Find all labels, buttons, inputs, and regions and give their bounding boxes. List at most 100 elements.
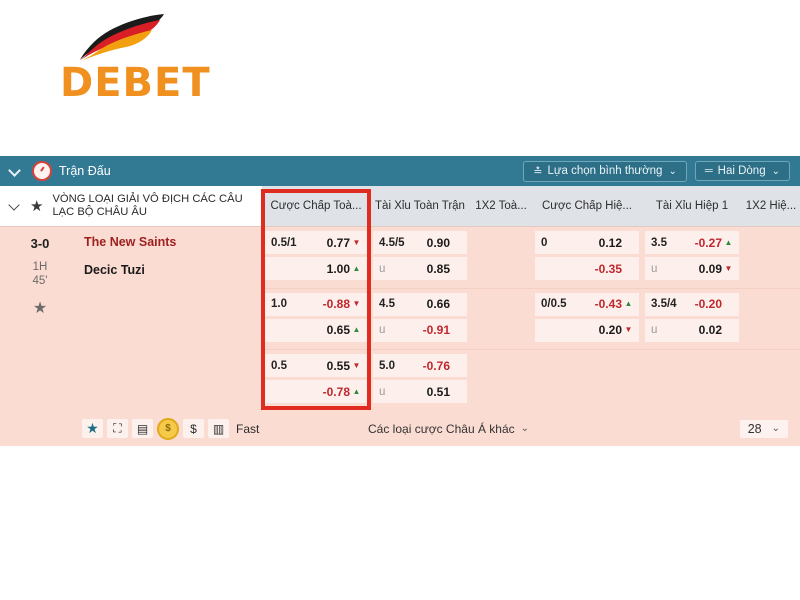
odds-cell[interactable]: 3.5 -0.27 ▲ [645,231,739,254]
panel-title: Trận Đấu [59,164,111,178]
market-1x2-full [470,231,532,280]
league-header-row: ★ VÒNG LOẠI GIẢI VÔ ĐỊCH CÁC CÂU LẠC BỘ … [0,186,800,227]
odds-price: -0.20 [694,297,722,312]
column-header-handicap-full[interactable]: Cược Chấp Toà... [262,200,370,212]
column-header-ou-half[interactable]: Tài Xỉu Hiệp 1 [642,200,742,212]
brand-name: DEBET [60,60,211,106]
arrow-down-icon: ▼ [624,325,633,335]
odds-cell[interactable]: 1.00 ▲ [265,257,367,280]
market-ou-half: 3.5 -0.27 ▲ u 0.09 ▼ [642,231,742,280]
odds-cell-empty [745,354,797,377]
ou-line: u [651,324,658,337]
odds-cell[interactable]: 4.5/5 0.90 ▲ [373,231,467,254]
home-team-name[interactable]: The New Saints [84,235,176,249]
match-row: 3-0 1H 45' ★ The New Saints Decic Tuzi 0… [0,227,800,412]
market-ou-half: 3.5/4 -0.20 ▲ u 0.02 ▲ [642,292,742,342]
odds-cell[interactable]: u 0.09 ▼ [645,257,739,280]
score: 3-0 [30,236,50,251]
market-column-headers: Cược Chấp Toà... Tài Xỉu Toàn Trận 1X2 T… [262,186,800,226]
chevron-down-icon: ⌄ [771,165,780,177]
star-icon[interactable]: ★ [82,419,103,438]
fast-label[interactable]: Fast [236,422,259,436]
odds-cell[interactable]: u -0.91 ▲ [373,318,467,342]
other-asian-bets-dropdown[interactable]: Các loại cược Châu Á khác ⌄ [368,422,529,436]
odds-cell[interactable]: 3.5/4 -0.20 ▲ [645,292,739,316]
market-1x2-full [470,354,532,403]
odds-cell[interactable]: -0.78 ▲ [265,380,367,404]
odds-cell[interactable]: 0.65 ▲ [265,318,367,342]
odds-price: -0.43 [594,297,622,312]
odds-price: -0.27 [694,235,722,250]
league-header[interactable]: ★ VÒNG LOẠI GIẢI VÔ ĐỊCH CÁC CÂU LẠC BỘ … [0,186,262,226]
stats-icon[interactable]: ▥ [208,419,229,438]
chevron-down-icon[interactable] [8,164,22,178]
chevron-down-icon: ⌄ [771,423,780,434]
ou-line: 4.5 [379,298,395,311]
page-size-dropdown[interactable]: 28 ⌄ [739,419,788,438]
two-rows-dropdown[interactable]: ═ Hai Dòng ⌄ [694,161,790,181]
market-ou-full: 4.5 0.66 ▲ u -0.91 ▲ [370,292,470,342]
arrow-up-icon: ▲ [352,325,361,335]
away-team-name[interactable]: Decic Tuzi [84,263,176,277]
arrow-placeholder-icon: ▲ [452,239,461,247]
odds-cell-empty [535,380,639,403]
odds-price: 0.09 [698,261,722,276]
star-icon[interactable]: ★ [0,298,80,318]
panel-header-left: Trận Đấu [0,161,111,181]
odds-cell-empty [745,319,797,342]
odds-cell[interactable]: 0.5/1 0.77 ▼ [265,231,367,254]
odds-price: -0.35 [594,261,622,276]
odds-cell[interactable]: u 0.51 ▲ [373,380,467,404]
arrow-placeholder-icon: ▲ [452,388,461,396]
panel-header-right: ≛ Lựa chọn bình thường ⌄ ═ Hai Dòng ⌄ [523,160,800,182]
arrow-placeholder-icon: ▲ [724,326,733,334]
market-handicap-half: 0/0.5 -0.43 ▲ 0.20 ▼ [532,292,642,342]
odds-cell[interactable]: 0.5 0.55 ▼ [265,354,367,378]
odds-cell[interactable]: 0.20 ▼ [535,318,639,342]
odds-cell[interactable]: -0.35 ▲ [535,257,639,280]
odds-cell[interactable]: 1.0 -0.88 ▼ [265,292,367,316]
star-icon[interactable]: ★ [30,199,43,214]
odds-price: 0.66 [426,297,450,312]
market-handicap-full: 0.5 0.55 ▼ -0.78 ▲ [262,354,370,404]
match-status: 3-0 1H 45' ★ [0,227,80,412]
odds-price: 0.12 [598,235,622,250]
ou-line: 3.5/4 [651,298,677,311]
ou-line: 3.5 [651,236,667,249]
column-header-1x2-half[interactable]: 1X2 Hiệ... [742,200,800,212]
card-icon[interactable]: ▤ [132,419,153,438]
odds-cell[interactable]: 0/0.5 -0.43 ▲ [535,292,639,316]
odds-cell[interactable]: 4.5 0.66 ▲ [373,292,467,316]
odds-cell[interactable]: u 0.85 ▲ [373,257,467,280]
period-half: 1H [32,261,48,273]
odds-row: 0.5/1 0.77 ▼ 1.00 ▲ 4.5/5 0.90 u 0.85 0 … [262,227,800,289]
column-header-ou-full[interactable]: Tài Xỉu Toàn Trận [370,200,470,212]
odds-cell[interactable]: u 0.02 ▲ [645,318,739,342]
dollar-icon[interactable]: $ [183,419,204,438]
odds-cell[interactable]: 0 0.12 ▲ [535,231,639,254]
odds-cell-empty [473,257,529,280]
market-ou-half [642,354,742,403]
arrow-down-icon: ▼ [352,360,361,370]
odds-price: 0.77 [326,235,350,250]
odds-price: 0.85 [426,261,450,276]
sort-lines-icon: ≛ [533,165,542,178]
arrow-placeholder-icon: ▲ [452,300,461,308]
odds-cell-empty [473,231,529,254]
odds-price: 0.02 [698,323,722,338]
normal-selection-dropdown[interactable]: ≛ Lựa chọn bình thường ⌄ [523,160,687,182]
two-rows-label: Hai Dòng [717,165,766,177]
odds-cell[interactable]: 5.0 -0.76 ▲ [373,354,467,378]
odds-price: 0.65 [326,323,350,338]
column-header-1x2-full[interactable]: 1X2 Toà... [470,200,532,212]
other-asian-bets-label: Các loại cược Châu Á khác [368,421,515,436]
coin-icon[interactable]: $ [157,417,179,440]
pitch-icon[interactable]: ⛶ [107,419,128,438]
match-info: 3-0 1H 45' ★ The New Saints Decic Tuzi [0,227,262,412]
odds-price: 0.90 [426,235,450,250]
chevron-down-icon[interactable] [8,199,22,213]
odds-price: -0.88 [322,297,350,312]
column-header-handicap-half[interactable]: Cược Chấp Hiệ... [532,200,642,212]
odds-cell-empty [745,293,797,316]
odds-row: 0.5 0.55 ▼ -0.78 ▲ 5.0 -0.76 u 0.51 [262,350,800,412]
